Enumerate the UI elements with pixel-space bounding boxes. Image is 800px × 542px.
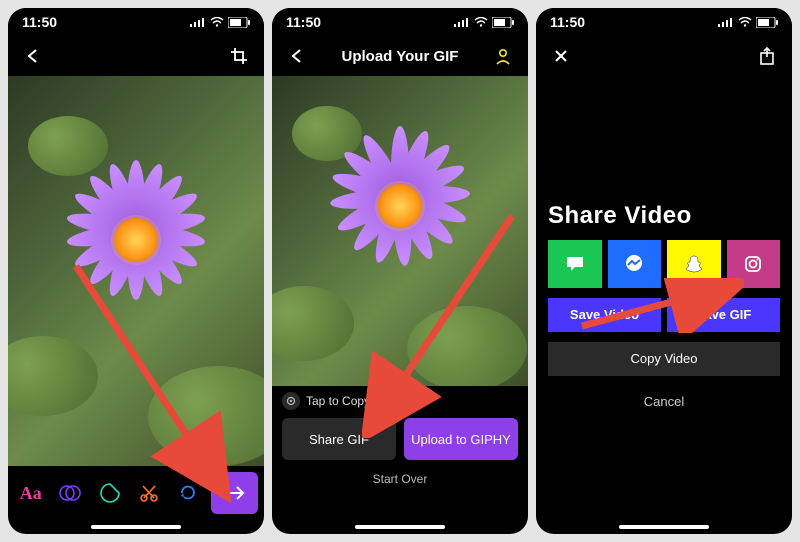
trim-tool[interactable]: [132, 473, 165, 513]
tap-to-copy[interactable]: Tap to Copy GIF: [282, 392, 518, 410]
battery-icon: [756, 17, 778, 28]
signal-icon: [718, 17, 734, 27]
next-button[interactable]: [211, 472, 258, 514]
home-indicator: [619, 525, 709, 529]
share-snapchat[interactable]: [667, 240, 721, 288]
share-header: [536, 36, 792, 76]
status-bar: 11:50: [272, 8, 528, 36]
signal-icon: [454, 17, 470, 27]
home-indicator: [91, 525, 181, 529]
share-grid: [548, 240, 780, 288]
filter-tool[interactable]: [53, 473, 86, 513]
back-icon[interactable]: [22, 45, 44, 67]
status-time: 11:50: [22, 14, 57, 30]
sticker-tool[interactable]: [93, 473, 126, 513]
loop-tool[interactable]: [172, 473, 205, 513]
media-canvas[interactable]: [8, 76, 264, 466]
text-tool[interactable]: Aa: [14, 473, 47, 513]
status-icons: [190, 17, 250, 28]
cancel-link[interactable]: Cancel: [548, 394, 780, 409]
crop-icon[interactable]: [228, 45, 250, 67]
share-messages[interactable]: [548, 240, 602, 288]
gif-preview[interactable]: [272, 76, 528, 386]
battery-icon: [492, 17, 514, 28]
toolbar: Aa: [8, 466, 264, 534]
status-time: 11:50: [550, 14, 585, 30]
status-icons: [454, 17, 514, 28]
save-gif-button[interactable]: Save GIF: [667, 298, 780, 332]
status-bar: 11:50: [8, 8, 264, 36]
profile-icon[interactable]: [492, 45, 514, 67]
share-gif-button[interactable]: Share GIF: [282, 418, 396, 460]
share-messenger[interactable]: [608, 240, 662, 288]
status-icons: [718, 17, 778, 28]
status-time: 11:50: [286, 14, 321, 30]
screen-editor: 11:50: [8, 8, 264, 534]
page-title: Upload Your GIF: [308, 48, 492, 65]
editor-header: [8, 36, 264, 76]
tap-icon: [282, 392, 300, 410]
share-title: Share Video: [548, 202, 780, 230]
share-instagram[interactable]: [727, 240, 781, 288]
back-icon[interactable]: [286, 45, 308, 67]
close-icon[interactable]: [550, 45, 572, 67]
upload-giphy-button[interactable]: Upload to GIPHY: [404, 418, 518, 460]
start-over-link[interactable]: Start Over: [282, 472, 518, 486]
wifi-icon: [738, 17, 752, 27]
screen-share: 11:50 Share Video Save Video Save GIF Co…: [536, 8, 792, 534]
screen-upload: 11:50 Upload Your GIF: [272, 8, 528, 534]
wifi-icon: [474, 17, 488, 27]
upload-header: Upload Your GIF: [272, 36, 528, 76]
battery-icon: [228, 17, 250, 28]
export-icon[interactable]: [756, 45, 778, 67]
save-video-button[interactable]: Save Video: [548, 298, 661, 332]
tap-hint-label: Tap to Copy GIF: [306, 394, 393, 408]
status-bar: 11:50: [536, 8, 792, 36]
home-indicator: [355, 525, 445, 529]
copy-video-button[interactable]: Copy Video: [548, 342, 780, 376]
signal-icon: [190, 17, 206, 27]
wifi-icon: [210, 17, 224, 27]
